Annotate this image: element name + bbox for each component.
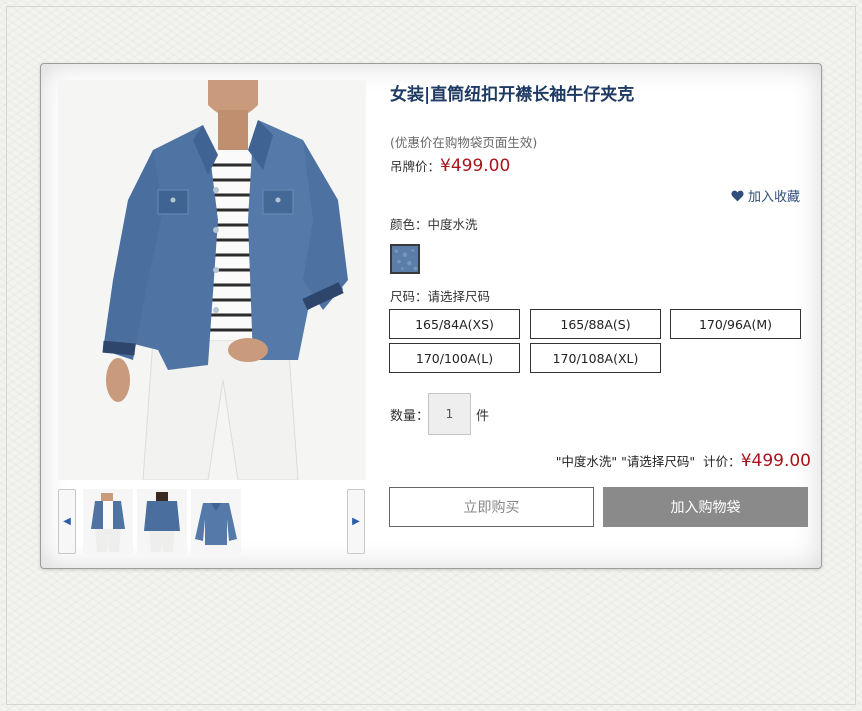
product-card: ◀ ▶ 女装|直筒纽扣开襟长袖牛仔夹克 (优惠价在购物袋页面生效) 吊牌价：¥4… (40, 63, 822, 569)
thumb-next-button[interactable]: ▶ (347, 489, 365, 554)
add-to-cart-button[interactable]: 加入购物袋 (603, 487, 808, 527)
size-option-l[interactable]: 170/100A(L) (389, 343, 520, 373)
promo-note: (优惠价在购物袋页面生效) (390, 135, 538, 150)
denim-jacket-photo (58, 80, 366, 480)
tag-price-value: ¥499.00 (440, 156, 511, 176)
thumbnail-list (83, 489, 341, 554)
quantity-label: 数量： (390, 409, 430, 424)
buy-now-button[interactable]: 立即购买 (389, 487, 594, 527)
heart-icon (731, 190, 744, 201)
tag-price-row: 吊牌价：¥499.00 (390, 156, 510, 176)
total-price-row: 计价：¥499.00 (703, 451, 811, 471)
size-option-xs[interactable]: 165/84A(XS) (389, 309, 520, 339)
color-label: 颜色：中度水洗 (390, 217, 478, 232)
thumb-prev-button[interactable]: ◀ (58, 489, 76, 554)
size-label: 尺码：请选择尺码 (390, 289, 491, 304)
product-title: 女装|直筒纽扣开襟长袖牛仔夹克 (390, 85, 635, 105)
favorite-label: 加入收藏 (748, 190, 801, 205)
thumbnail-back[interactable] (137, 489, 187, 554)
selection-summary: "中度水洗" "请选择尺码" (555, 454, 696, 469)
size-option-s[interactable]: 165/88A(S) (530, 309, 661, 339)
thumbnail-front[interactable] (83, 489, 133, 554)
tag-price-label: 吊牌价： (390, 159, 441, 174)
color-swatch-medium-wash[interactable] (390, 244, 420, 274)
main-product-image (58, 80, 366, 480)
quantity-unit: 件 (476, 409, 490, 424)
price-summary: "中度水洗" "请选择尺码" 计价：¥499.00 (556, 451, 811, 471)
size-option-xl[interactable]: 170/108A(XL) (530, 343, 661, 373)
size-option-m[interactable]: 170/96A(M) (670, 309, 801, 339)
total-price: ¥499.00 (740, 451, 811, 471)
chevron-left-icon: ◀ (63, 516, 71, 527)
chevron-right-icon: ▶ (352, 516, 360, 527)
add-favorite-link[interactable]: 加入收藏 (731, 186, 800, 205)
thumbnail-flat[interactable] (191, 489, 241, 554)
total-label: 计价： (703, 454, 741, 469)
quantity-input[interactable]: 1 (428, 393, 471, 435)
